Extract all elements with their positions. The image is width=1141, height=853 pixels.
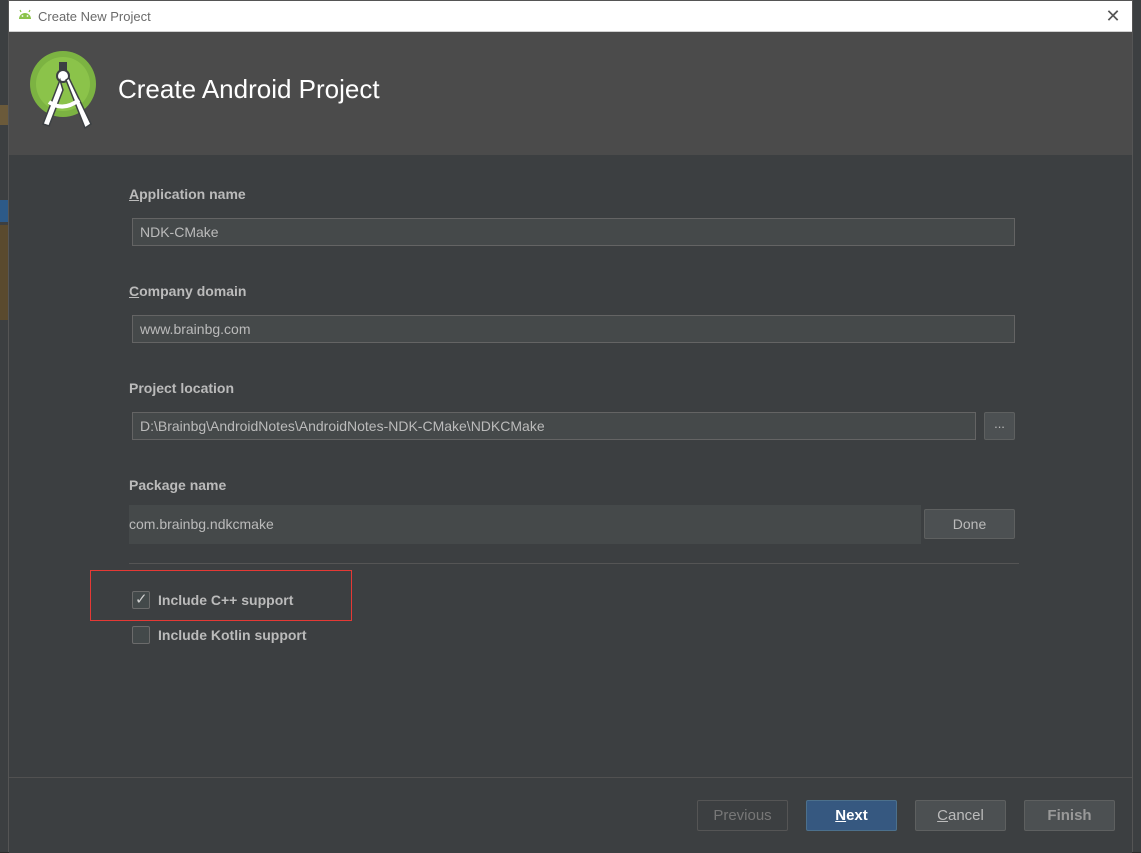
divider <box>129 563 1019 564</box>
page-title: Create Android Project <box>118 74 380 104</box>
kotlin-support-label[interactable]: Include Kotlin support <box>158 627 307 643</box>
done-button[interactable]: Done <box>924 509 1015 539</box>
ide-background-right <box>1133 0 1141 852</box>
company-domain-label: Company domain <box>129 283 247 299</box>
package-name-input[interactable]: com.brainbg.ndkcmake <box>129 505 921 544</box>
browse-button[interactable]: ... <box>984 412 1015 440</box>
window-title: Create New Project <box>38 9 151 24</box>
form-content: Application name NDK-CMake Company domai… <box>9 155 1132 777</box>
ide-bg-block <box>0 225 8 320</box>
window-titlebar: Create New Project ✕ <box>9 1 1132 32</box>
android-studio-logo <box>30 51 96 130</box>
close-icon[interactable]: ✕ <box>1102 5 1124 27</box>
ide-background-left <box>0 0 8 852</box>
next-button[interactable]: Next <box>806 800 897 831</box>
dialog-header: Create Android Project <box>9 32 1132 155</box>
kotlin-support-checkbox[interactable] <box>132 626 150 644</box>
app-name-label: Application name <box>129 186 246 202</box>
ide-bg-block <box>0 200 8 222</box>
previous-button[interactable]: Previous <box>697 800 788 831</box>
project-location-label: Project location <box>129 380 235 396</box>
create-project-dialog: Create New Project ✕ Create Android Proj… <box>8 0 1133 853</box>
dialog-footer: Previous Next Cancel Finish <box>9 778 1132 853</box>
package-name-label: Package name <box>129 477 227 493</box>
cpp-support-label[interactable]: Include C++ support <box>158 592 293 608</box>
android-icon <box>19 9 31 19</box>
cancel-button[interactable]: Cancel <box>915 800 1006 831</box>
app-name-input[interactable]: NDK-CMake <box>132 218 1015 246</box>
company-domain-input[interactable]: www.brainbg.com <box>132 315 1015 343</box>
project-location-input[interactable]: D:\Brainbg\AndroidNotes\AndroidNotes-NDK… <box>132 412 976 440</box>
finish-button[interactable]: Finish <box>1024 800 1115 831</box>
checkmark-icon: ✓ <box>135 591 148 608</box>
cpp-support-checkbox[interactable]: ✓ <box>132 591 150 609</box>
ide-bg-block <box>0 105 8 125</box>
